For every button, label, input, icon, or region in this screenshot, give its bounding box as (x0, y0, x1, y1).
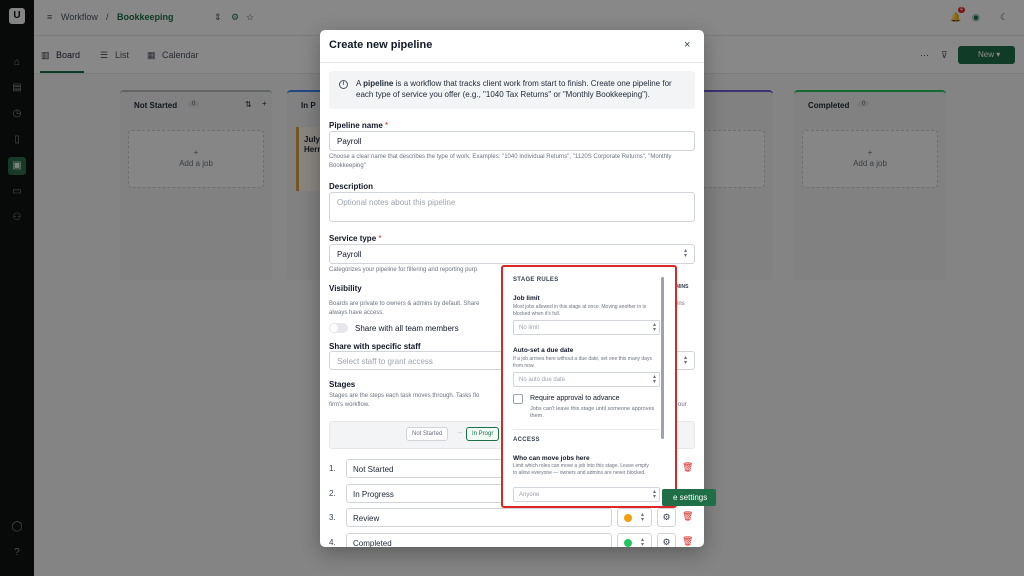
trash-icon[interactable]: 🗑 (682, 462, 693, 473)
stages-help-right: our (678, 402, 687, 408)
stepper-icon: ▴ ▾ (652, 322, 656, 333)
service-type-select[interactable]: Payroll ▴ ▾ (329, 244, 695, 264)
stages-label: Stages (329, 380, 356, 389)
who-can-move-select[interactable]: Anyone ▴ ▾ (513, 487, 660, 502)
share-all-label: Share with all team members (355, 324, 459, 333)
pipeline-name-help: Choose a clear name that describes the t… (329, 154, 672, 169)
due-date-help: If a job arrives here without a due date… (513, 356, 652, 369)
visibility-badge: MINS (676, 284, 689, 290)
info-icon: i (339, 80, 348, 89)
job-limit-label: Job limit (513, 295, 540, 302)
section-divider (513, 429, 659, 430)
stage-number: 1. (329, 464, 336, 473)
stage-row: 4. Completed ▴ ▾ ⚙ 🗑 (320, 533, 704, 547)
chevron-updown-icon: ▴ ▾ (640, 537, 644, 547)
who-can-move-label: Who can move jobs here (513, 455, 590, 462)
stage-color-select[interactable]: ▴ ▾ (617, 508, 652, 527)
gear-icon[interactable]: ⚙ (657, 533, 676, 547)
job-limit-help: Most jobs allowed in this stage at once.… (513, 304, 647, 317)
due-date-label: Auto-set a due date (513, 347, 574, 354)
service-type-label: Service type * (329, 234, 382, 243)
visibility-label: Visibility (329, 284, 362, 293)
stepper-icon: ▴ ▾ (652, 374, 656, 385)
chevron-updown-icon: ▴ ▾ (652, 489, 656, 500)
who-can-move-help: Limit which roles can move a job into th… (513, 463, 649, 476)
info-bold: pipeline (363, 79, 394, 88)
modal-title: Create new pipeline (329, 39, 433, 51)
stage-settings-popover: STAGE RULES Job limit Most jobs allowed … (501, 265, 677, 508)
info-text-rest: is a workflow that tracks client work fr… (356, 79, 672, 99)
color-dot (624, 539, 632, 547)
job-limit-input[interactable]: No limit ▴ ▾ (513, 320, 660, 335)
description-label: Description (329, 182, 374, 191)
trash-icon[interactable]: 🗑 (682, 511, 693, 522)
pipeline-name-input[interactable]: Payroll (329, 131, 695, 151)
stage-number: 2. (329, 489, 336, 498)
stage-name-input[interactable]: Completed (346, 533, 612, 547)
modal-divider (320, 62, 704, 63)
stage-name-input[interactable]: Review (346, 508, 612, 527)
chevron-updown-icon: ▴ ▾ (683, 355, 687, 366)
arrow-right-icon: → (456, 429, 463, 436)
description-textarea[interactable]: Optional notes about this pipeline (329, 192, 695, 222)
chevron-updown-icon: ▴ ▾ (683, 248, 687, 259)
due-date-input[interactable]: No auto due date ▴ ▾ (513, 372, 660, 387)
flow-pill-in-progress: In Progr (466, 427, 500, 441)
visibility-help-right: ins (677, 301, 685, 307)
require-approval-checkbox[interactable] (513, 394, 523, 404)
gear-icon[interactable]: ⚙ (657, 508, 676, 527)
close-icon[interactable]: × (684, 39, 690, 51)
share-all-toggle[interactable] (329, 323, 348, 333)
stage-number: 4. (329, 538, 336, 547)
require-approval-help: Jobs can't leave this stage until someon… (530, 406, 655, 419)
stage-color-select[interactable]: ▴ ▾ (617, 533, 652, 547)
chevron-updown-icon: ▴ ▾ (640, 512, 644, 523)
stage-row: 3. Review ▴ ▾ ⚙ 🗑 (320, 508, 704, 528)
trash-icon[interactable]: 🗑 (682, 536, 693, 547)
stage-number: 3. (329, 513, 336, 522)
pipeline-name-label: Pipeline name * (329, 121, 389, 130)
stage-settings-tooltip: e settings (662, 489, 716, 506)
color-dot (624, 514, 632, 522)
info-banner: i A pipeline is a workflow that tracks c… (329, 71, 695, 109)
flow-pill-not-started: Not Started (406, 427, 449, 441)
stage-rules-heading: STAGE RULES (513, 277, 559, 283)
require-approval-label: Require approval to advance (530, 395, 620, 402)
access-heading: ACCESS (513, 437, 540, 443)
share-staff-label: Share with specific staff (329, 342, 421, 351)
scrollbar[interactable] (661, 277, 664, 439)
